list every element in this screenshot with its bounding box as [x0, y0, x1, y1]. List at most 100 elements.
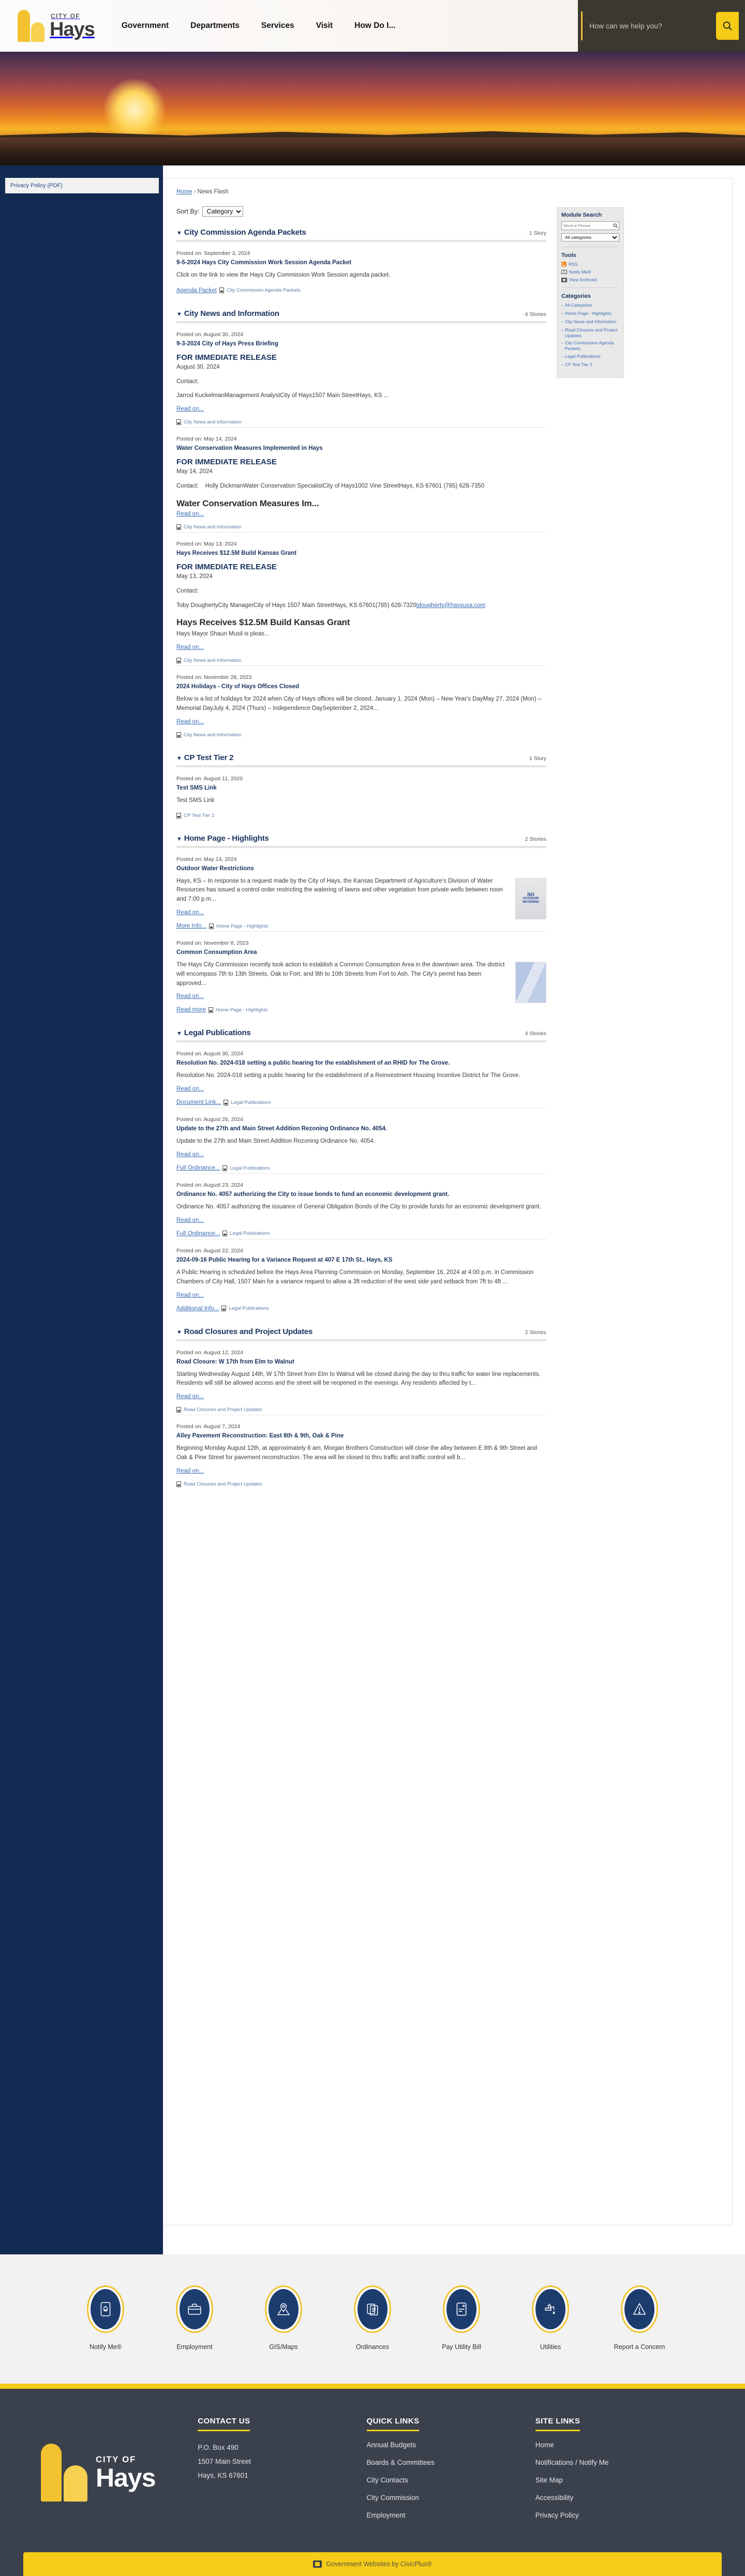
quicklink-report-a-concern[interactable]: Report a Concern [611, 2285, 668, 2352]
story-title[interactable]: Outdoor Water Restrictions [176, 866, 505, 872]
footer-link-home[interactable]: Home [535, 2441, 554, 2449]
story-title[interactable]: Water Conservation Measures Implemented … [176, 445, 546, 451]
read-on-link[interactable]: Read on... [176, 1151, 204, 1158]
section-header[interactable]: ▼ Road Closures and Project Updates 2 Sto… [176, 1327, 546, 1341]
module-search-input[interactable] [562, 223, 612, 228]
footer-logo[interactable]: CITY OF Hays [41, 2417, 198, 2528]
read-on-link[interactable]: Read on... [176, 406, 204, 412]
story-big-heading[interactable]: Water Conservation Measures Im... [176, 498, 546, 509]
footer-link-notifications[interactable]: Notifications / Notify Me [535, 2459, 609, 2466]
footer-link-employment[interactable]: Employment [367, 2511, 406, 2519]
story-category-label[interactable]: Legal Publications [230, 1165, 270, 1171]
footer-link-privacy-policy[interactable]: Privacy Policy [535, 2511, 579, 2519]
rail-category-item[interactable]: ▪ Road Closures and Project Updates [561, 327, 619, 338]
story-thumbnail-downtown-map[interactable] [515, 962, 546, 1003]
story-title[interactable]: 2024 Holidays - City of Hays Offices Clo… [176, 684, 546, 690]
story-title[interactable]: Hays Receives $12.5M Build Kansas Grant [176, 550, 546, 556]
civicplus-bar[interactable]: Government Websites by CivicPlus® [23, 2552, 722, 2576]
story-thumbnail-no-outdoor-watering[interactable]: NO OUTDOOR WATERING [515, 877, 546, 919]
rail-category-label[interactable]: Home Page - Highlights [565, 311, 612, 316]
sort-by-select[interactable]: Category [202, 206, 244, 217]
story-category-label[interactable]: Legal Publications [229, 1306, 269, 1311]
quicklink-utilities[interactable]: Utilities [522, 2285, 579, 2352]
breadcrumb-home[interactable]: Home [176, 189, 192, 195]
story-full-ordinance-link[interactable]: Full Ordinance... [176, 1231, 220, 1237]
quicklink-gis-maps[interactable]: GIS/Maps [255, 2285, 312, 2352]
rail-category-item[interactable]: ▪ Home Page - Highlights [561, 311, 619, 317]
footer-link-boards-committees[interactable]: Boards & Committees [367, 2459, 435, 2466]
read-on-link[interactable]: Read on... [176, 1086, 204, 1092]
nav-government[interactable]: Government [122, 21, 169, 31]
privacy-policy-link[interactable]: Privacy Policy (PDF) [10, 183, 63, 189]
story-big-heading[interactable]: Hays Receives $12.5M Build Kansas Grant [176, 617, 546, 628]
nav-departments[interactable]: Departments [190, 21, 240, 31]
read-on-link[interactable]: Read on... [176, 1292, 204, 1298]
story-category-label[interactable]: City Commission Agenda Packets [227, 287, 301, 293]
tool-notify-me-label[interactable]: Notify Me® [569, 269, 591, 275]
story-title[interactable]: Alley Pavement Reconstruction: East 8th … [176, 1433, 546, 1439]
quicklink-ordinances[interactable]: Ordinances [344, 2285, 401, 2352]
story-title[interactable]: Test SMS Link [176, 785, 546, 791]
read-on-link[interactable]: Read on... [176, 1393, 204, 1400]
story-full-ordinance-link[interactable]: Full Ordinance... [176, 1165, 220, 1171]
footer-link-accessibility[interactable]: Accessibility [535, 2494, 574, 2502]
rail-category-item[interactable]: ▪ CP Test Tier 2 [561, 362, 619, 368]
nav-how-do-i[interactable]: How Do I... [354, 21, 395, 31]
rail-category-item[interactable]: ▪ City News and Information [561, 319, 619, 325]
module-category-select[interactable]: All categories [561, 233, 619, 241]
tool-view-archived-label[interactable]: View Archived [569, 277, 597, 282]
nav-services[interactable]: Services [261, 21, 294, 31]
rail-category-label[interactable]: All Categories [565, 302, 592, 308]
story-title[interactable]: Ordinance No. 4057 authorizing the City … [176, 1191, 546, 1198]
quicklink-employment[interactable]: Employment [166, 2285, 223, 2352]
story-title[interactable]: Resolution No. 2024-018 setting a public… [176, 1060, 546, 1066]
story-title[interactable]: 2024-09-16 Public Hearing for a Variance… [176, 1257, 546, 1263]
story-title[interactable]: Update to the 27th and Main Street Addit… [176, 1126, 546, 1132]
read-on-link[interactable]: Read on... [176, 644, 204, 650]
story-title[interactable]: 9-3-2024 City of Hays Press Briefing [176, 341, 546, 347]
story-category-label[interactable]: Road Closures and Project Updates [184, 1481, 262, 1487]
story-category-label[interactable]: City News and Information [184, 658, 241, 663]
story-category-label[interactable]: CP Test Tier 2 [184, 813, 214, 819]
section-header[interactable]: ▼ City Commission Agenda Packets 1 Story [176, 228, 546, 242]
footer-link-annual-budgets[interactable]: Annual Budgets [367, 2441, 416, 2449]
site-logo[interactable]: CITY OF Hays [0, 0, 100, 52]
nav-visit[interactable]: Visit [316, 21, 333, 31]
rail-category-item[interactable]: ▪ Legal Publications [561, 354, 619, 360]
tool-notify-me[interactable]: Notify Me® [561, 269, 619, 275]
read-on-link[interactable]: Read on... [176, 511, 204, 517]
read-on-link[interactable]: Read on... [176, 1217, 204, 1223]
quicklink-pay-utility-bill[interactable]: Pay Utility Bill [433, 2285, 490, 2352]
read-on-link[interactable]: Read on... [176, 719, 204, 725]
story-read-more-link[interactable]: Read more [176, 1007, 206, 1013]
story-category-label[interactable]: Road Closures and Project Updates [184, 1407, 262, 1413]
section-header[interactable]: ▼ Legal Publications 4 Stories [176, 1028, 546, 1043]
site-search-button[interactable] [716, 12, 739, 40]
rail-category-label[interactable]: Legal Publications [565, 354, 601, 359]
read-on-link[interactable]: Read on... [176, 1468, 204, 1474]
story-document-link[interactable]: Agenda Packet [176, 287, 217, 294]
footer-link-site-map[interactable]: Site Map [535, 2476, 563, 2484]
story-category-label[interactable]: City News and Information [184, 524, 241, 530]
section-header[interactable]: ▼ City News and Information 4 Stories [176, 309, 546, 323]
story-additional-info-link[interactable]: Additional Info... [176, 1306, 219, 1312]
story-category-label[interactable]: Home Page - Highlights [216, 923, 268, 929]
footer-link-city-commission[interactable]: City Commission [367, 2494, 419, 2502]
rail-category-label[interactable]: Road Closures and Project Updates [565, 327, 619, 338]
site-search-input[interactable] [578, 22, 716, 30]
contact-email-link[interactable]: tdougherty@haysusa.com [416, 602, 485, 609]
read-on-link[interactable]: Read on... [176, 993, 204, 999]
story-title[interactable]: 9-5-2024 Hays City Commission Work Sessi… [176, 260, 546, 266]
story-category-label[interactable]: Home Page - Highlights [216, 1007, 267, 1013]
story-category-label[interactable]: City News and Information [184, 732, 241, 738]
tool-rss-label[interactable]: RSS [569, 262, 577, 267]
section-header[interactable]: ▼ Home Page - Highlights 2 Stories [176, 834, 546, 848]
rail-category-label[interactable]: City Commission Agenda Packets [565, 340, 619, 351]
rail-category-item[interactable]: ▪ All Categories [561, 302, 619, 309]
section-header[interactable]: ▼ CP Test Tier 2 1 Story [176, 753, 546, 767]
tool-view-archived[interactable]: View Archived [561, 277, 619, 282]
story-category-label[interactable]: Legal Publications [230, 1231, 270, 1236]
story-document-link[interactable]: Document Link... [176, 1099, 221, 1105]
read-on-link[interactable]: Read on... [176, 910, 204, 916]
tool-rss[interactable]: RSS [561, 262, 619, 267]
